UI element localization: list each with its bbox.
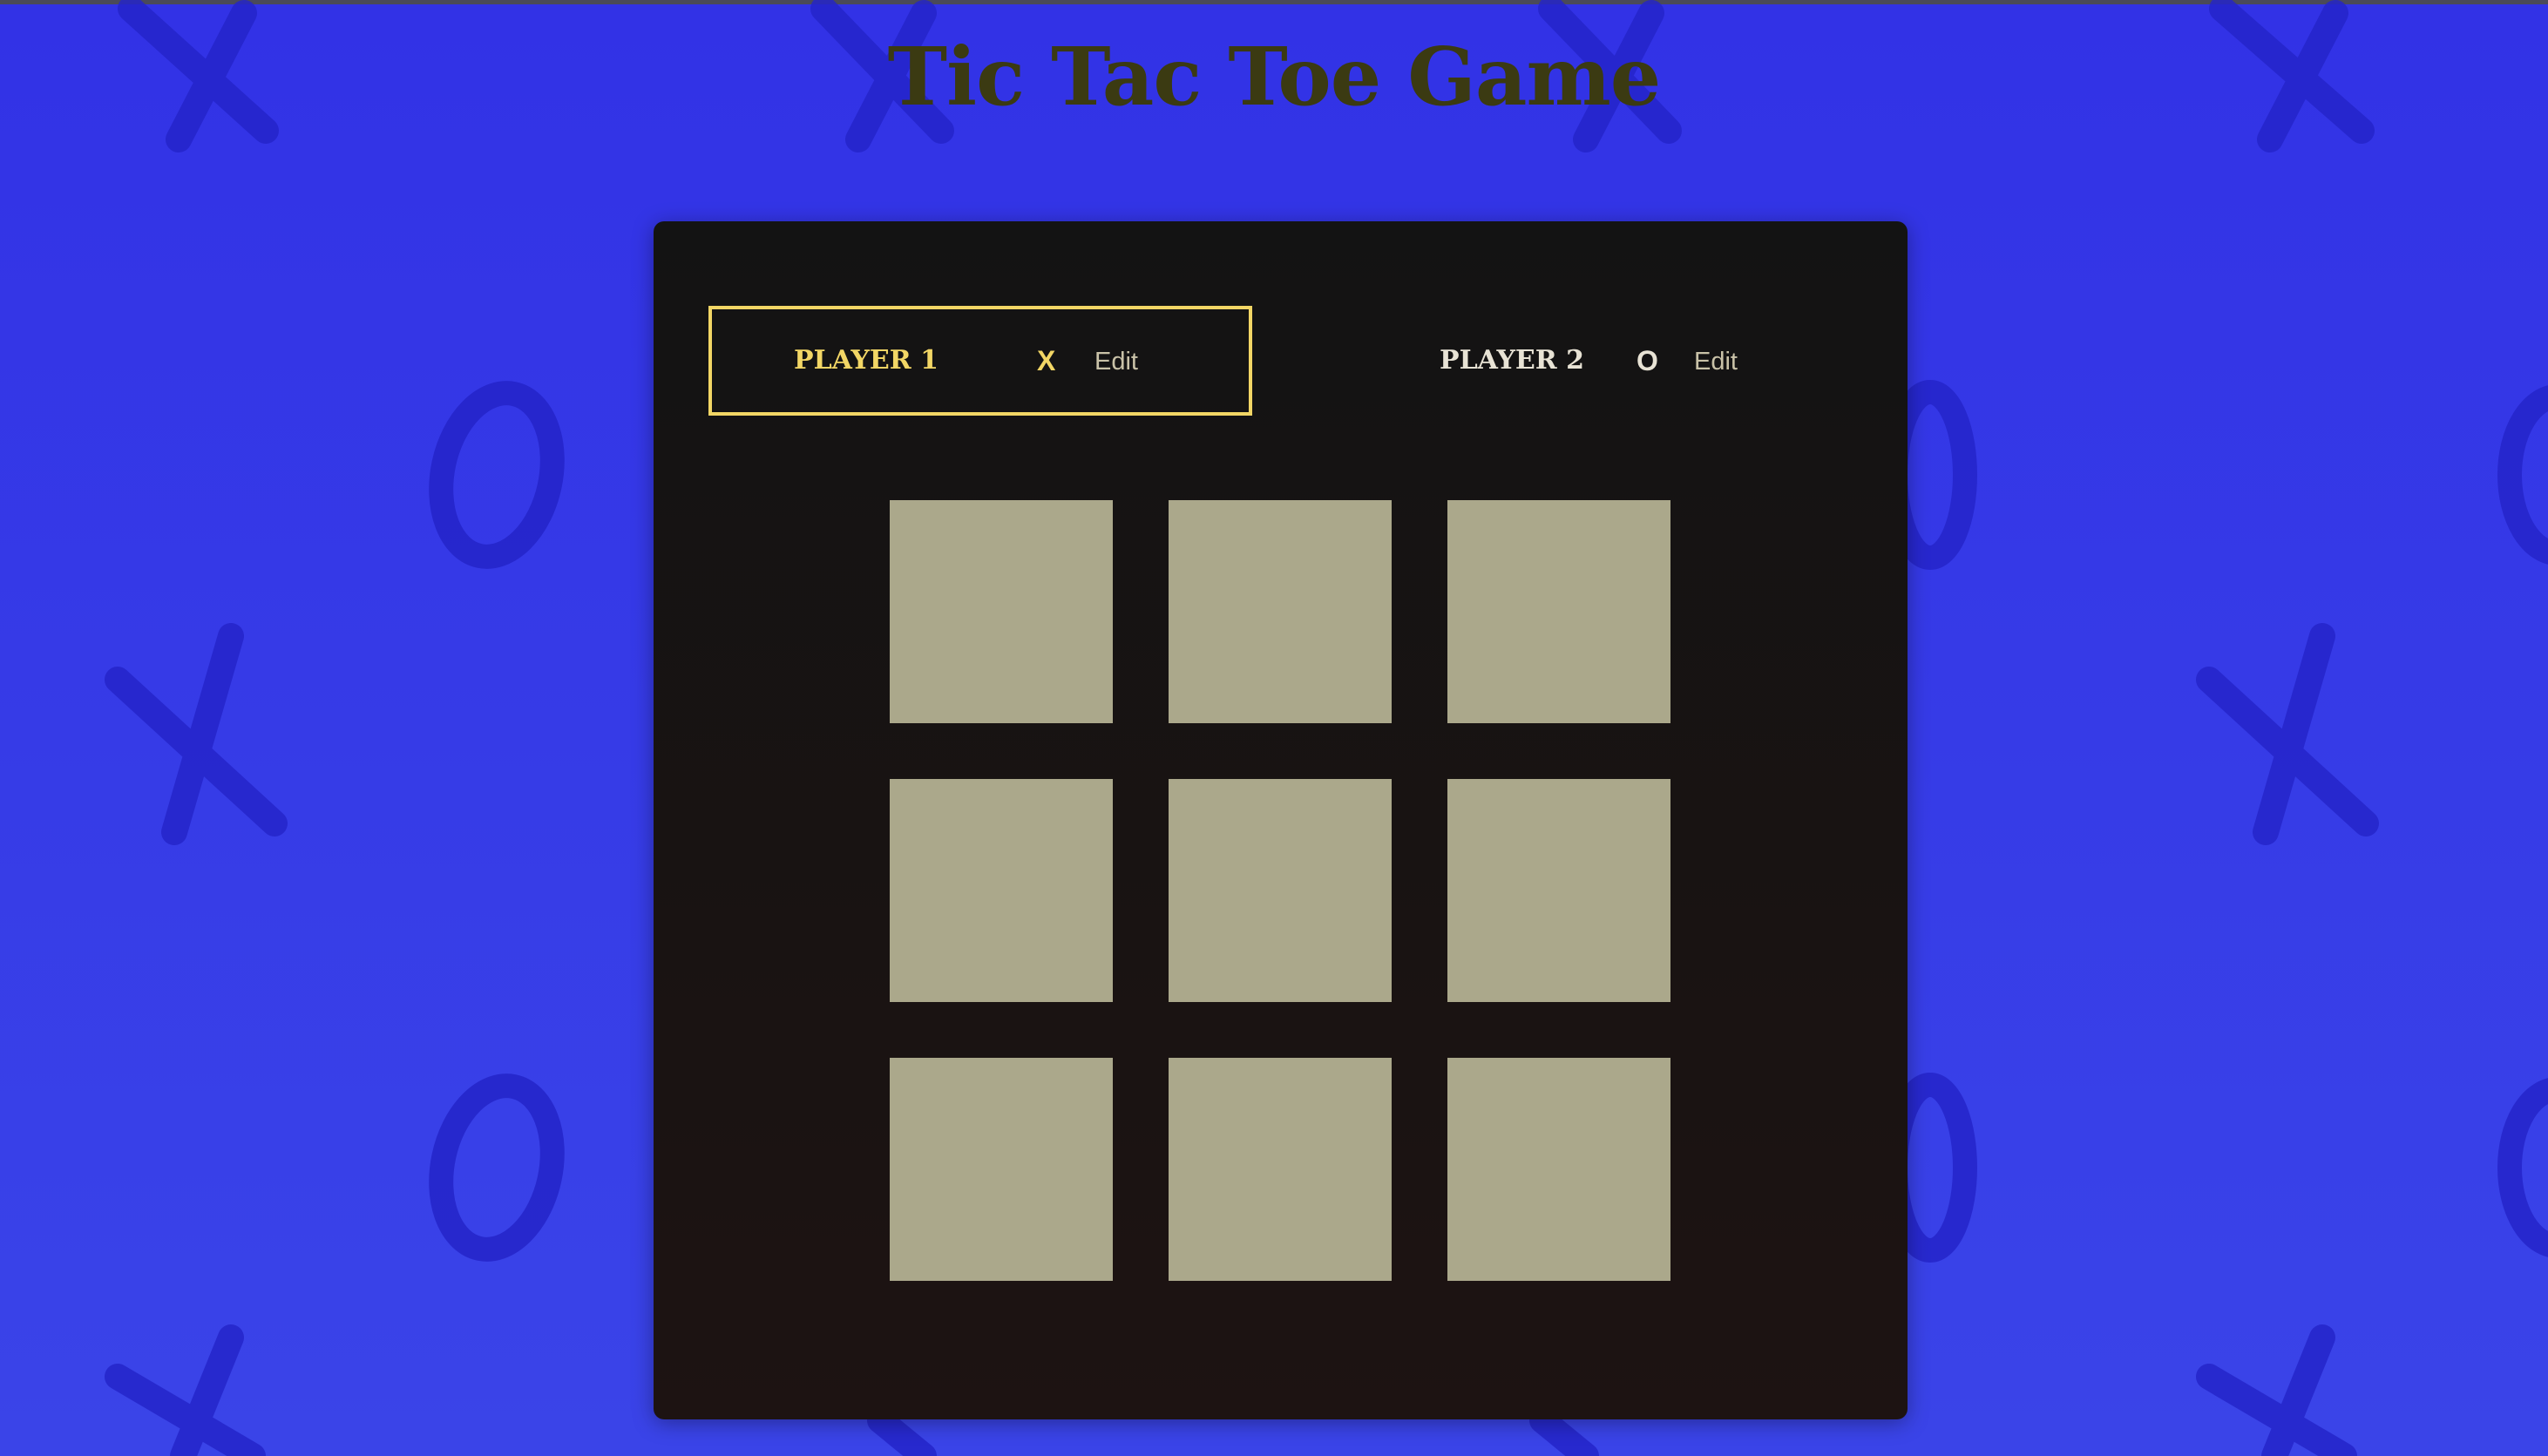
board-cell-8[interactable] [1169, 1058, 1392, 1281]
board-cell-6[interactable] [1447, 779, 1670, 1002]
pattern-x-icon [105, 623, 288, 845]
pattern-o-icon [429, 381, 565, 569]
player-2-symbol: O [1637, 345, 1658, 376]
pattern-x-icon [2196, 1324, 2357, 1456]
pattern-x-icon [2196, 623, 2379, 845]
board-cell-7[interactable] [890, 1058, 1113, 1281]
player-1-edit-button[interactable]: Edit [1094, 309, 1138, 412]
board-cell-4[interactable] [890, 779, 1113, 1002]
page-title: Tic Tac Toe Game [887, 30, 1662, 124]
pattern-x-icon [105, 1324, 266, 1456]
board-cell-5[interactable] [1169, 779, 1392, 1002]
board-cell-9[interactable] [1447, 1058, 1670, 1281]
top-border [0, 0, 2548, 4]
player-1-card: PLAYER 1 X Edit [708, 306, 1252, 416]
pattern-x-icon [867, 1407, 937, 1456]
board-cell-1[interactable] [890, 500, 1113, 723]
player-2-name: PLAYER 2 [1440, 345, 1584, 376]
pattern-o-icon [2497, 1078, 2548, 1257]
player-1-name: PLAYER 1 [794, 345, 939, 376]
board-cell-2[interactable] [1169, 500, 1392, 723]
player-2-edit-button[interactable]: Edit [1694, 309, 1738, 412]
player-2-card: PLAYER 2 O Edit [1308, 306, 1852, 416]
game-board-grid [890, 500, 1670, 1281]
pattern-o-icon [429, 1073, 565, 1262]
player-1-symbol: X [1037, 345, 1056, 376]
game-panel: PLAYER 1 X Edit PLAYER 2 O Edit [654, 221, 1908, 1419]
pattern-x-icon [1529, 1407, 1599, 1456]
pattern-o-icon [2497, 385, 2548, 565]
board-cell-3[interactable] [1447, 500, 1670, 723]
